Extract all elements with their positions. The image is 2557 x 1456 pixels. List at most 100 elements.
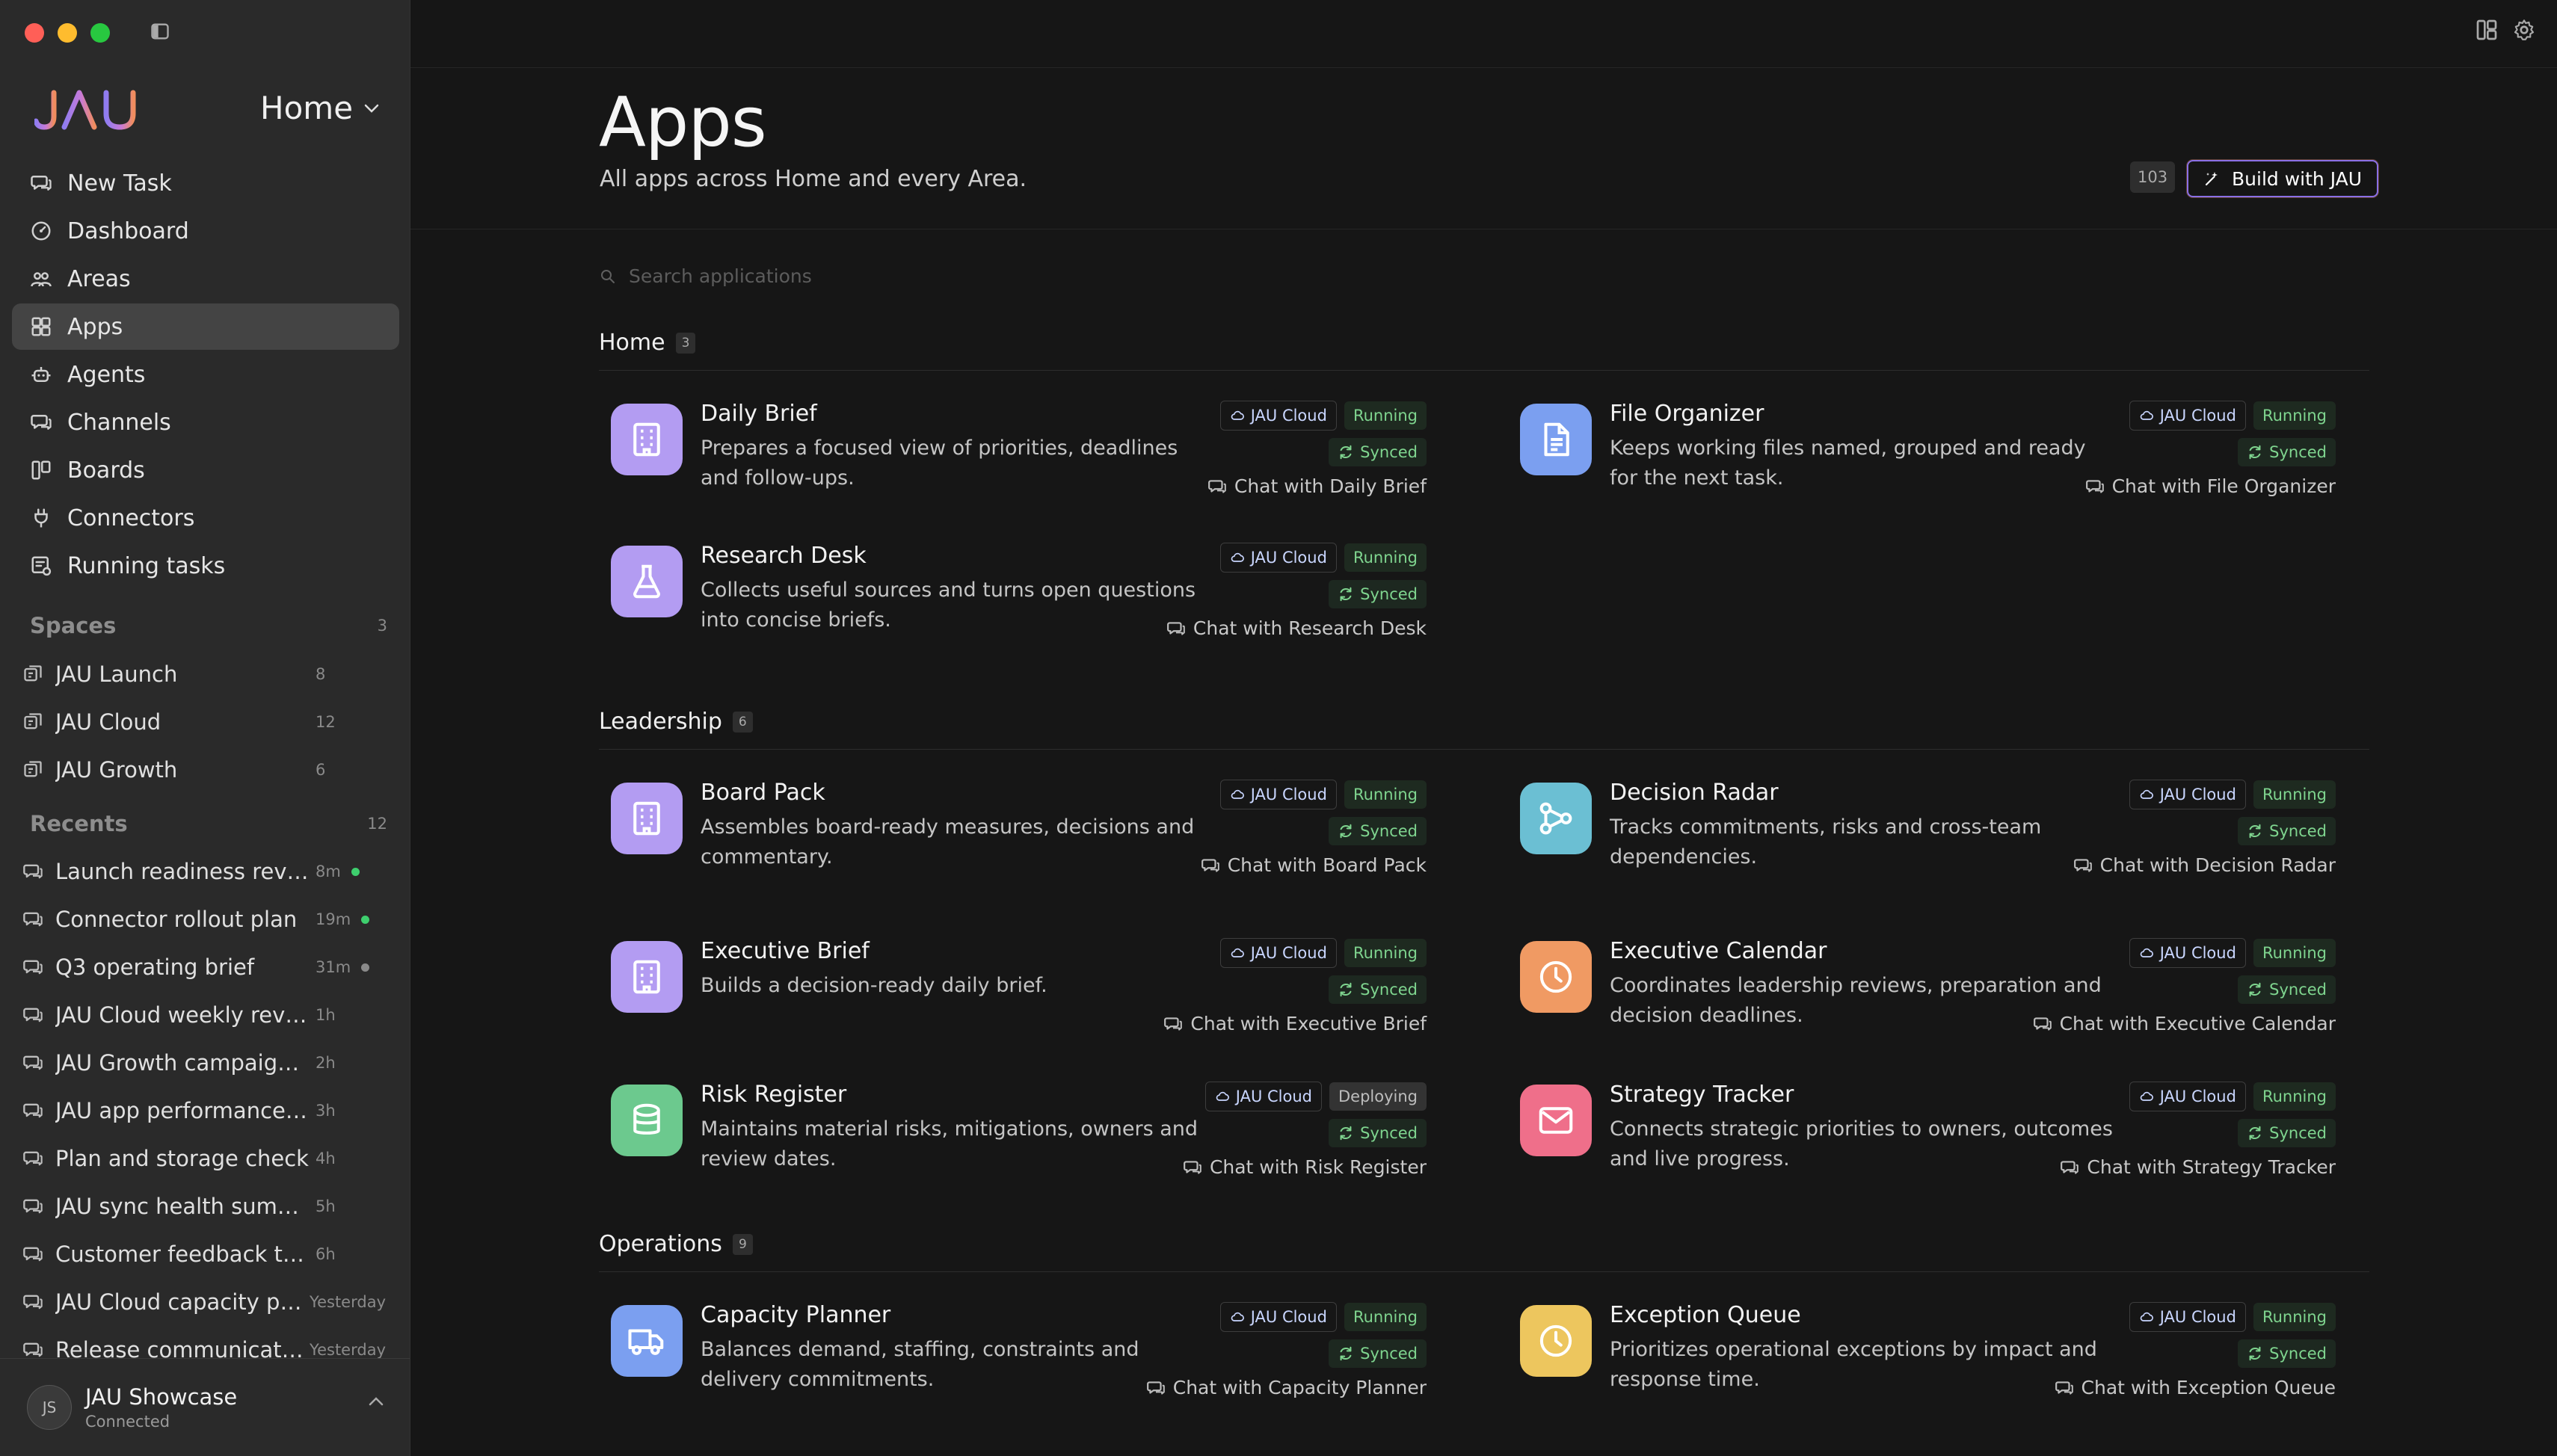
nav-item-new-task[interactable]: New Task [12, 160, 399, 206]
recent-item[interactable]: Launch readiness review 8m [12, 848, 399, 895]
nav-item-connectors[interactable]: Connectors [12, 495, 399, 541]
chat-icon [2033, 1017, 2052, 1031]
chat-with-app-link[interactable]: Chat with Daily Brief [1207, 475, 1427, 497]
chevron-up-icon[interactable] [368, 1396, 384, 1407]
nav-item-running-tasks[interactable]: Running tasks [12, 543, 399, 589]
chat-icon [2055, 1381, 2073, 1395]
chat-with-app-link[interactable]: Chat with Strategy Tracker [2060, 1156, 2336, 1178]
recent-item[interactable]: Q3 operating brief 31m [12, 943, 399, 991]
sync-icon [1340, 445, 1352, 460]
cloud-icon [1231, 410, 1244, 420]
chat-with-app-link[interactable]: Chat with Risk Register [1183, 1156, 1427, 1178]
synced-badge: Synced [1329, 975, 1427, 1004]
nav-item-apps[interactable]: Apps [12, 303, 399, 350]
recent-item[interactable]: JAU Growth campaign plan 2h [12, 1039, 399, 1087]
app-card-risk-register[interactable]: Risk Register Maintains material risks, m… [599, 1082, 1447, 1224]
app-name: File Organizer [1610, 401, 1764, 427]
synced-label: Synced [2269, 822, 2327, 840]
group-header-operations: Operations 9 [599, 1231, 2369, 1272]
database-icon [633, 1103, 660, 1135]
workspace-switcher[interactable]: Home [260, 90, 380, 126]
chat-link-label: Chat with Decision Radar [2099, 854, 2336, 876]
search-bar[interactable] [599, 265, 1079, 288]
sidebar-toggle-icon[interactable] [150, 21, 170, 42]
chat-with-app-link[interactable]: Chat with Capacity Planner [1146, 1377, 1427, 1398]
chat-with-app-link[interactable]: Chat with Research Desk [1166, 617, 1427, 639]
chat-with-app-link[interactable]: Chat with File Organizer [2085, 475, 2336, 497]
chat-icon [1184, 1160, 1201, 1174]
space-icon [24, 761, 42, 777]
sync-icon [1340, 1126, 1352, 1141]
app-card-capacity-planner[interactable]: Capacity Planner Balances demand, staffin… [599, 1302, 1447, 1444]
sync-icon [1340, 1346, 1352, 1361]
chat-link-label: Chat with Risk Register [1209, 1156, 1427, 1178]
close-window-button[interactable] [25, 23, 44, 43]
layout-icon[interactable] [2475, 18, 2499, 42]
zoom-window-button[interactable] [90, 23, 110, 43]
mail-icon [1539, 1107, 1573, 1134]
space-count: 6 [316, 761, 326, 779]
app-description: Builds a decision-ready daily brief. [701, 974, 1047, 997]
cloud-label: JAU Cloud [1250, 1308, 1327, 1326]
cloud-icon [1231, 552, 1244, 562]
top-bar [410, 0, 2557, 68]
recent-time: 8m [316, 863, 341, 880]
recent-item[interactable]: Plan and storage check 4h [12, 1135, 399, 1182]
recent-item[interactable]: JAU sync health summary 5h [12, 1182, 399, 1230]
app-card-executive-brief[interactable]: Executive Brief Builds a decision-ready d… [599, 938, 1447, 1080]
minimize-window-button[interactable] [58, 23, 77, 43]
chat-with-app-link[interactable]: Chat with Decision Radar [2073, 854, 2336, 876]
cloud-badge: JAU Cloud [2129, 1082, 2246, 1111]
cloud-badge: JAU Cloud [1219, 938, 1337, 968]
recent-item[interactable]: JAU Cloud weekly review 1h [12, 991, 399, 1039]
nav-item-boards[interactable]: Boards [12, 447, 399, 493]
app-card-research-desk[interactable]: Research Desk Collects useful sources and… [599, 543, 1447, 685]
synced-label: Synced [1360, 822, 1418, 840]
spaces-header[interactable]: Spaces 3 [30, 613, 387, 638]
nav-item-dashboard[interactable]: Dashboard [12, 208, 399, 254]
chat-icon [1207, 479, 1226, 493]
app-card-file-organizer[interactable]: File Organizer Keeps working files named,… [1508, 401, 2357, 543]
chat-icon [1166, 621, 1185, 635]
recent-item[interactable]: JAU app performance review 3h [12, 1087, 399, 1135]
app-card-exception-queue[interactable]: Exception Queue Prioritizes operational e… [1508, 1302, 2357, 1444]
flask-icon [633, 564, 660, 599]
network-icon [1539, 802, 1572, 835]
synced-label: Synced [1360, 443, 1418, 461]
nav-item-channels[interactable]: Channels [12, 399, 399, 445]
nav-item-agents[interactable]: Agents [12, 351, 399, 398]
chat-with-app-link[interactable]: Chat with Executive Calendar [2033, 1013, 2336, 1034]
app-icon [1520, 1085, 1592, 1156]
people-icon [31, 272, 52, 287]
app-card-decision-radar[interactable]: Decision Radar Tracks commitments, risks … [1508, 780, 2357, 922]
chat-icon [23, 1295, 43, 1310]
user-menu[interactable]: JS JAU Showcase Connected [0, 1358, 410, 1456]
chat-with-app-link[interactable]: Chat with Exception Queue [2055, 1377, 2336, 1398]
space-label: JAU Launch [55, 661, 178, 687]
search-input[interactable] [627, 265, 1079, 288]
avatar: JS [27, 1385, 72, 1430]
recents-header[interactable]: Recents 12 [30, 811, 387, 836]
space-item-jau-launch[interactable]: JAU Launch 8 [12, 650, 399, 698]
nav-item-areas[interactable]: Areas [12, 256, 399, 302]
cloud-label: JAU Cloud [2159, 944, 2236, 962]
cloud-badge: JAU Cloud [1219, 401, 1337, 431]
space-item-jau-growth[interactable]: JAU Growth 6 [12, 746, 399, 794]
clock-icon [1539, 1324, 1572, 1357]
app-card-board-pack[interactable]: Board Pack Assembles board-ready measures… [599, 780, 1447, 922]
app-card-strategy-tracker[interactable]: Strategy Tracker Connects strategic prior… [1508, 1082, 2357, 1224]
recent-item[interactable]: Connector rollout plan 19m [12, 895, 399, 943]
chat-with-app-link[interactable]: Chat with Board Pack [1201, 854, 1427, 876]
chat-with-app-link[interactable]: Chat with Executive Brief [1163, 1013, 1427, 1034]
gear-icon[interactable] [2512, 18, 2536, 42]
recent-time: Yesterday [310, 1293, 386, 1311]
app-card-daily-brief[interactable]: Daily Brief Prepares a focused view of pr… [599, 401, 1447, 543]
recent-item[interactable]: JAU Cloud capacity plan Yesterday [12, 1278, 399, 1326]
build-with-jau-button[interactable]: Build with JAU [2187, 160, 2379, 197]
recent-item[interactable]: Customer feedback themes 6h [12, 1230, 399, 1278]
app-card-executive-calendar[interactable]: Executive Calendar Coordinates leadership… [1508, 938, 2357, 1080]
sync-icon [1340, 587, 1352, 602]
synced-badge: Synced [2238, 1119, 2336, 1147]
space-item-jau-cloud[interactable]: JAU Cloud 12 [12, 698, 399, 746]
cloud-label: JAU Cloud [2159, 1308, 2236, 1326]
